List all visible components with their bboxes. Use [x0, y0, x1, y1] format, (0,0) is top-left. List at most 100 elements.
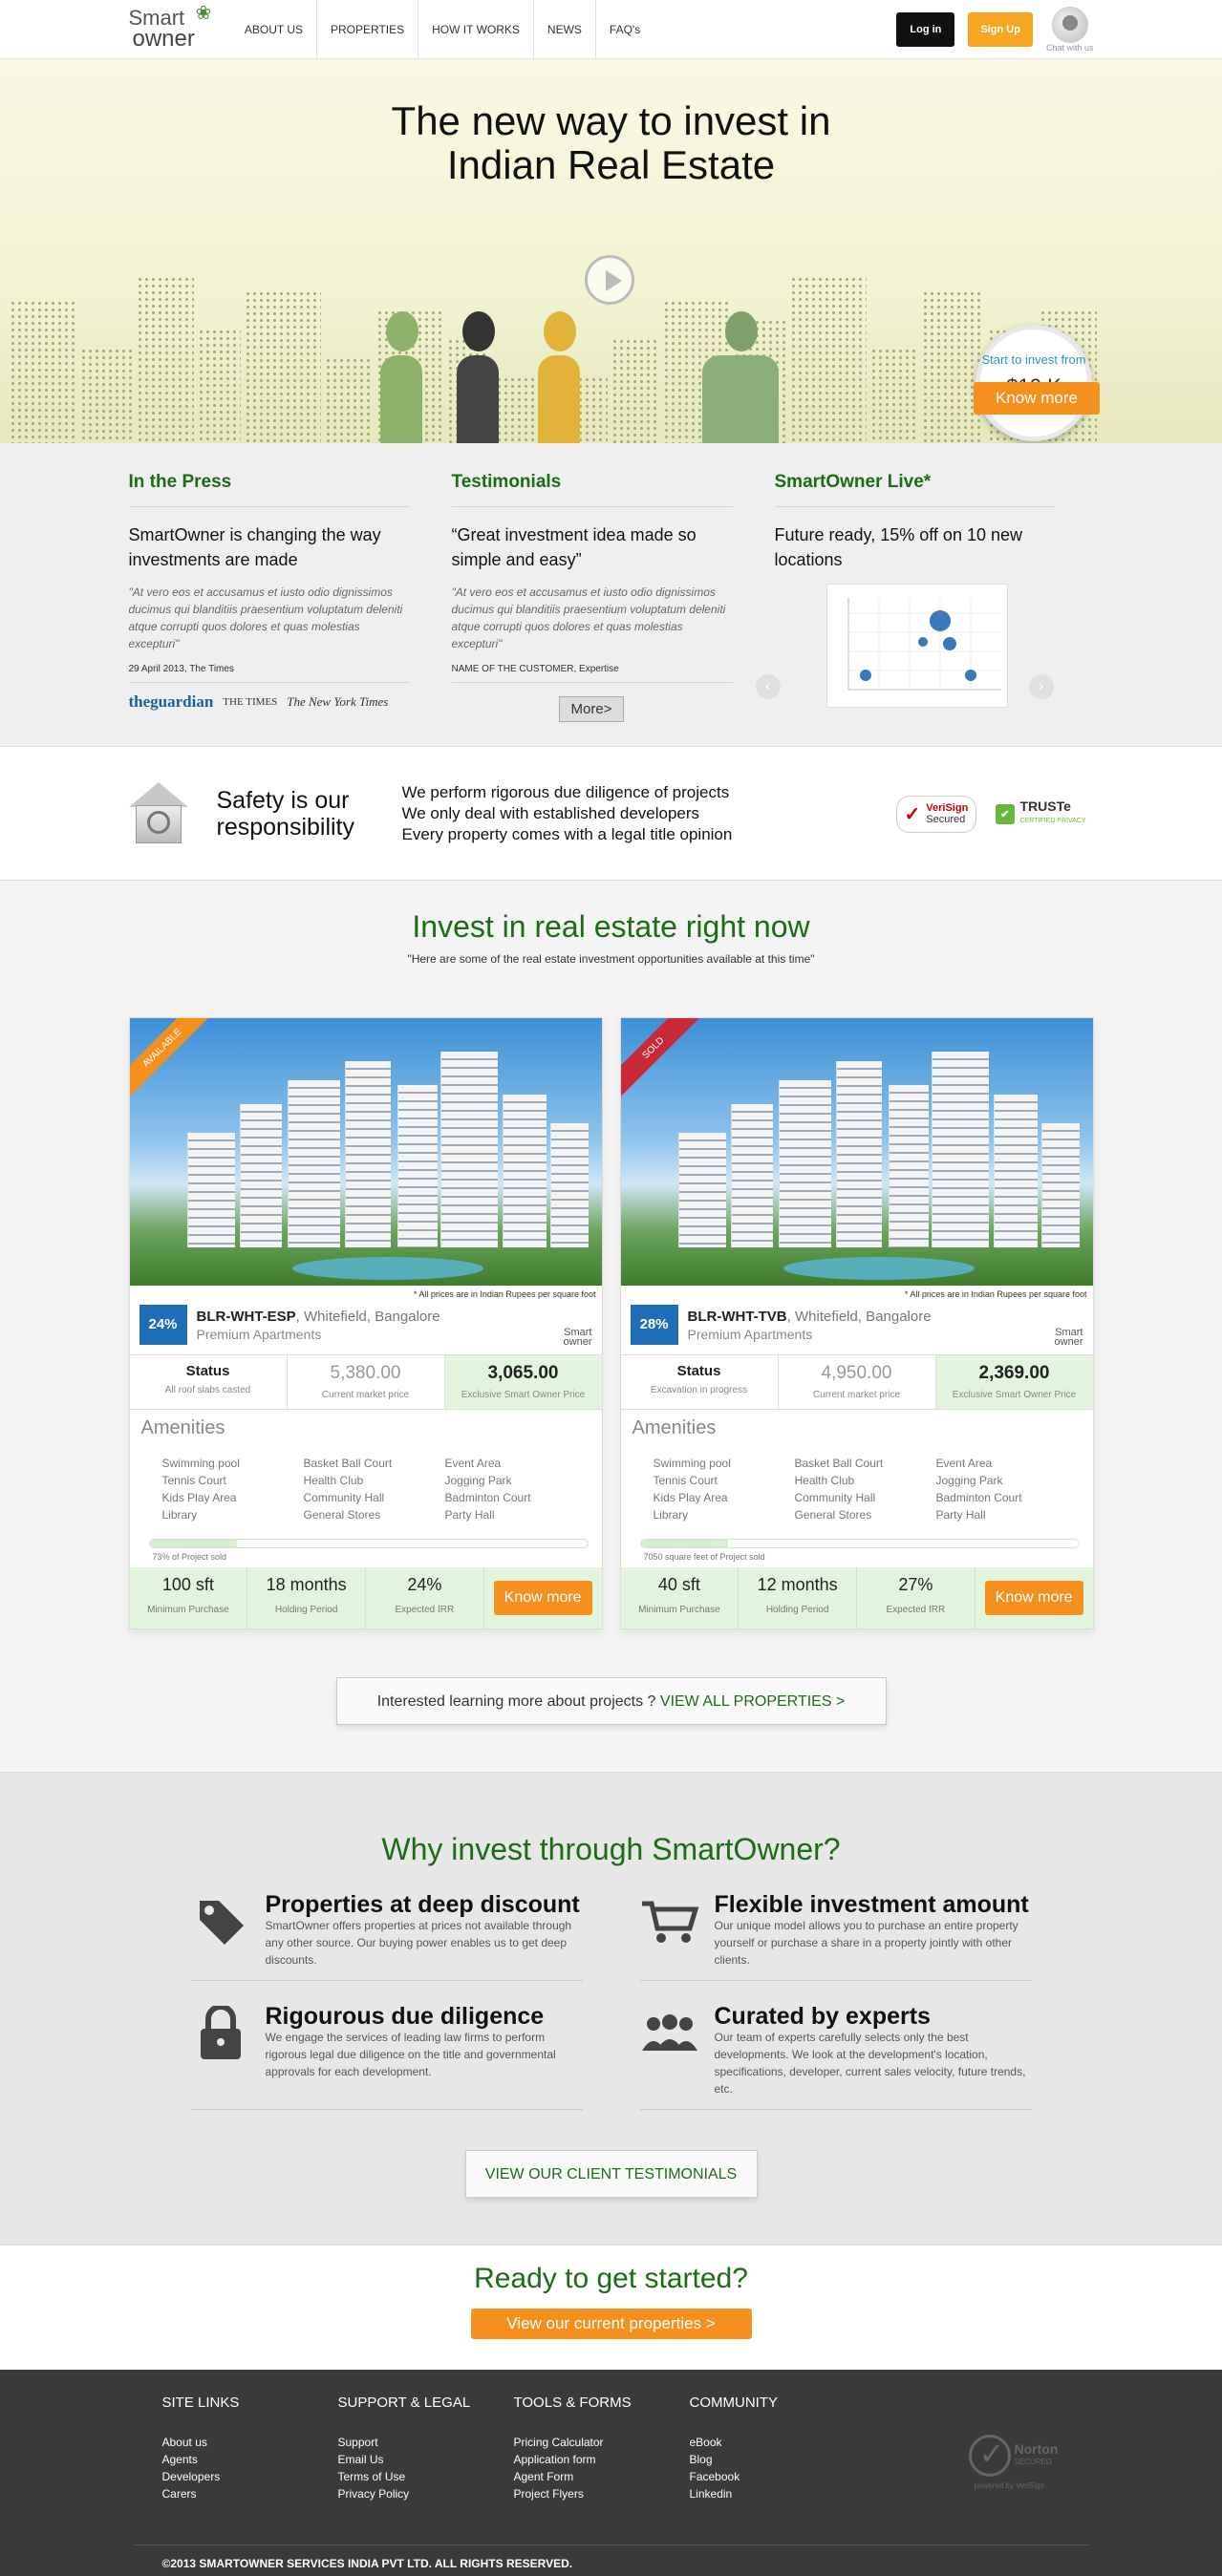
nav-properties[interactable]: PROPERTIES	[317, 0, 419, 59]
min-purchase-value: 40 sft	[657, 1575, 700, 1594]
verisign-sub: Secured	[926, 814, 966, 825]
amenity-item: Library	[161, 1508, 198, 1522]
property-code[interactable]: BLR-WHT-ESP	[197, 1309, 296, 1325]
footer-link[interactable]: Privacy Policy	[338, 2485, 514, 2502]
property-photo[interactable]: Sold	[620, 1018, 1093, 1286]
amenities: Amenities Swimming pool Basket Ball Court E…	[130, 1410, 602, 1523]
market-price-label: Current market price	[812, 1390, 901, 1400]
hero-know-more-button[interactable]: Know more	[974, 382, 1100, 415]
footer-heading: COMMUNITY	[689, 2395, 779, 2411]
amenity-item: Library	[653, 1508, 689, 1522]
property-code[interactable]: BLR-WHT-TVB	[688, 1309, 787, 1325]
property-location: , Whitefield, Bangalore	[786, 1308, 932, 1325]
client-testimonials-button[interactable]: VIEW OUR CLIENT TESTIMONIALS	[464, 2150, 758, 2198]
tag-icon	[191, 1892, 250, 1951]
sold-progress-label: 73% of Project sold	[152, 1552, 227, 1562]
norton-seal[interactable]: NortonSECURED powered by VeriSign	[968, 2427, 1076, 2490]
nav-how-it-works[interactable]: HOW IT WORKS	[418, 0, 534, 59]
amenities-list: Swimming pool Basket Ball Court Event Area…	[141, 1439, 590, 1523]
mini-logo: Smart owner	[564, 1328, 592, 1348]
invest-subtitle: "Here are some of the real estate invest…	[407, 952, 815, 966]
footer-link[interactable]: eBook	[690, 2434, 866, 2451]
live-chart-thumbnail[interactable]	[825, 584, 1008, 708]
property-title-row: 28% BLR-WHT-TVB, Whitefield, Bangalore Pre…	[621, 1299, 1093, 1354]
chat-button[interactable]: Chat with us	[1046, 7, 1094, 53]
amenity-item: General Stores	[303, 1508, 381, 1522]
amenities-heading: Amenities	[140, 1417, 225, 1438]
bubble-chart	[847, 598, 1001, 691]
footer-link[interactable]: Application form	[514, 2451, 690, 2468]
testimonials: Testimonials “Great investment idea made…	[451, 472, 733, 722]
footer-link[interactable]: Developers	[162, 2468, 338, 2485]
more-testimonials-button[interactable]: More>	[558, 696, 625, 722]
nav-about-us[interactable]: ABOUT US	[231, 0, 317, 59]
chat-icon	[1051, 7, 1088, 43]
footer-link[interactable]: Linkedin	[690, 2485, 866, 2502]
footer-link[interactable]: About us	[162, 2434, 338, 2451]
holding-period-label: Holding Period	[765, 1605, 829, 1615]
view-all-properties-button[interactable]: Interested learning more about projects …	[335, 1677, 887, 1725]
footer-link[interactable]: Facebook	[690, 2468, 866, 2485]
login-button[interactable]: Log in	[896, 12, 955, 47]
discount-badge: 28%	[630, 1305, 678, 1345]
nav-faqs[interactable]: FAQ's	[596, 0, 654, 59]
footer-link[interactable]: Terms of Use	[338, 2468, 514, 2485]
footer-link[interactable]: Email Us	[338, 2451, 514, 2468]
footer-link[interactable]: Agent Form	[514, 2468, 690, 2485]
market-price: 5,380.00	[330, 1363, 401, 1383]
verisign-seal[interactable]: ✓ VeriSign Secured	[895, 795, 977, 833]
irr-value: 27%	[898, 1575, 933, 1594]
footer-col-support: SUPPORT & LEGAL Support Email Us Terms o…	[338, 2395, 514, 2502]
property-title-row: 24% BLR-WHT-ESP, Whitefield, Bangalore Pre…	[130, 1299, 602, 1354]
sold-progress-fill	[640, 1540, 729, 1547]
pool-fountain	[783, 1257, 975, 1280]
know-more-button[interactable]: Know more	[984, 1581, 1083, 1615]
pool-fountain	[291, 1257, 483, 1280]
safety-section: Safety is our responsibility We perform …	[0, 747, 1222, 881]
amenity-item: General Stores	[794, 1508, 872, 1522]
footer-link[interactable]: Blog	[690, 2451, 866, 2468]
play-video-icon[interactable]	[585, 255, 634, 305]
why-item-flexible: Flexible investment amount Our unique mod…	[639, 1892, 1032, 1981]
footer-col-community: COMMUNITY eBook Blog Facebook Linkedin	[690, 2395, 866, 2502]
smartowner-live: SmartOwner Live* Future ready, 15% off o…	[755, 472, 1056, 722]
amenities: Amenities Swimming pool Basket Ball Court E…	[621, 1410, 1093, 1523]
footer-link[interactable]: Support	[338, 2434, 514, 2451]
know-more-button[interactable]: Know more	[493, 1581, 592, 1615]
signup-button[interactable]: Sign Up	[968, 12, 1033, 47]
live-next-arrow[interactable]: ›	[1028, 674, 1054, 699]
norton-powered: powered by VeriSign	[974, 2481, 1044, 2490]
sold-progress-bar	[639, 1539, 1080, 1548]
truste-label: TRUSTe	[1019, 798, 1071, 814]
amenity-item: Badminton Court	[444, 1491, 531, 1504]
view-all-link[interactable]: VIEW ALL PROPERTIES >	[660, 1693, 845, 1710]
footer-link[interactable]: Project Flyers	[514, 2485, 690, 2502]
amenity-item: Tennis Court	[653, 1474, 718, 1487]
site-header: Smart owner ❀ ABOUT US PROPERTIES HOW IT…	[0, 0, 1222, 59]
investment-stats: 100 sft Minimum Purchase 18 months Holding …	[129, 1567, 602, 1629]
why-item-experts: Curated by experts Our team of experts ca…	[639, 2004, 1032, 2110]
footer-heading: TOOLS & FORMS	[513, 2395, 632, 2411]
property-photo[interactable]: Available	[129, 1018, 602, 1286]
market-price-label: Current market price	[321, 1390, 410, 1400]
view-current-properties-button[interactable]: View our current properties >	[470, 2309, 752, 2339]
footer-link[interactable]: Carers	[162, 2485, 338, 2502]
press-quote: "At vero eos et accusamus et iusto odio …	[128, 585, 403, 650]
price-note: * All prices are in Indian Rupees per sq…	[904, 1289, 1087, 1299]
footer-link[interactable]: Pricing Calculator	[514, 2434, 690, 2451]
amenity-item: Community Hall	[794, 1491, 876, 1504]
nav-news[interactable]: NEWS	[534, 0, 596, 59]
live-prev-arrow[interactable]: ‹	[755, 674, 781, 699]
footer-link[interactable]: Agents	[162, 2451, 338, 2468]
logo-swirl-icon: ❀	[195, 3, 212, 25]
truste-icon: ✔	[996, 803, 1015, 824]
truste-seal[interactable]: ✔ TRUSTe CERTIFIED PRIVACY	[988, 795, 1093, 833]
logo[interactable]: Smart owner ❀	[129, 4, 212, 51]
press-headline[interactable]: SmartOwner is changing the way investmen…	[129, 522, 410, 572]
status-label: Status	[676, 1363, 721, 1379]
amenity-item: Kids Play Area	[653, 1491, 728, 1504]
press-logos: theguardian THE TIMES The New York Times	[129, 692, 410, 712]
exclusive-price-label: Exclusive Smart Owner Price	[461, 1390, 586, 1400]
why-title: Why invest through SmartOwner?	[381, 1832, 841, 1866]
holding-period-value: 12 months	[757, 1575, 838, 1594]
